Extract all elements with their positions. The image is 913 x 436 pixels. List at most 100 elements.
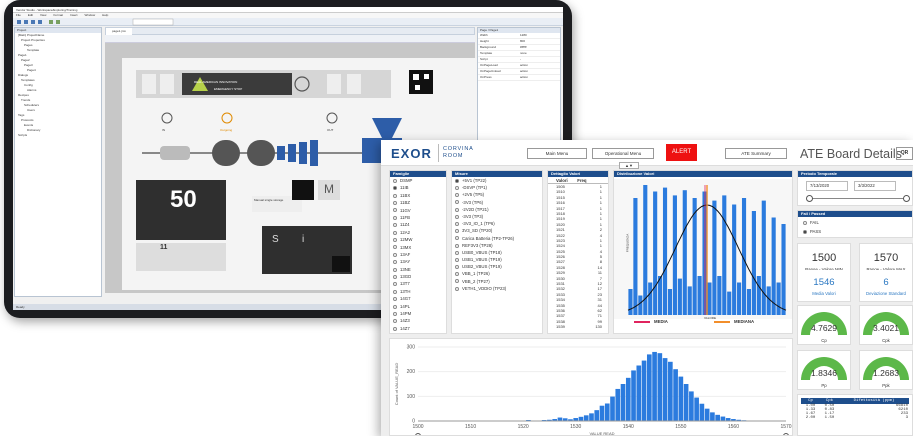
famiglia-option[interactable]: 14Z3 (390, 317, 446, 324)
misura-label: USB2_VBUS (TP19) (462, 264, 502, 270)
misura-option[interactable]: USB1_VBUS (TP19) (452, 256, 542, 263)
famiglia-label: 12MW (400, 237, 413, 243)
famiglia-option[interactable]: 13NE (390, 266, 446, 273)
misura-label: REF3V3 (TP28) (462, 242, 493, 248)
distribuzione-panel: Distribuzione Valori FREQUENZA VALORE ME… (613, 170, 793, 334)
misura-option[interactable]: VBB_2 (TP27) (452, 278, 542, 285)
dist-bar (722, 195, 727, 315)
ate-summary-button[interactable]: ATE Summary (725, 148, 787, 159)
misura-option[interactable]: USB0_VBUS (TP18) (452, 249, 542, 256)
failpass-option[interactable]: PASS (798, 227, 912, 236)
misura-option[interactable]: VBB_1 (TP26) (452, 270, 542, 277)
histogram-bar (604, 403, 610, 421)
menu-item-view[interactable]: View (40, 13, 46, 17)
gauge-ppk: 1.2683 Ppk (859, 350, 913, 390)
hmi-big-value: 50 (170, 186, 197, 213)
radio-icon (393, 252, 397, 257)
radio-icon (393, 223, 397, 228)
misura-option[interactable]: USB2_VBUS (TP19) (452, 263, 542, 270)
gauge-pp-label: Pp (821, 383, 827, 388)
hmi-settings-button (142, 74, 156, 94)
dist-bar (672, 195, 677, 315)
famiglia-option[interactable]: 13T7 (390, 280, 446, 287)
cp-table: Cp Cpk Difettosità (ppm) 1.00 0.50 66810 1.33 0… (801, 398, 909, 420)
kpi-devstd-label: Deviazione Standard (866, 291, 906, 296)
misura-label: USB1_VBUS (TP19) (462, 257, 502, 263)
famiglia-option[interactable]: 12A2 (390, 229, 446, 236)
radio-icon (455, 250, 459, 255)
famiglia-option[interactable]: 14G7 (390, 295, 446, 302)
famiglia-option[interactable]: 15N7 (390, 332, 446, 333)
famiglia-option[interactable]: 14PM (390, 310, 446, 317)
gauge-pp: 1.8346 Pp (797, 350, 851, 390)
dist-ylabel: FREQUENZA (625, 233, 630, 253)
histogram-bar (652, 351, 657, 421)
misure-panel: Misure +5V1 (TP22) -DSVP (TP1) +2V5 (TP5) -… (451, 170, 543, 334)
main-menu-button[interactable]: Main Menu (527, 148, 587, 159)
famiglia-option[interactable]: 13AY (390, 258, 446, 265)
misura-option[interactable]: -3V3 (TP3) (452, 213, 542, 220)
dist-bar (662, 187, 668, 315)
hmi-m-label[interactable]: M (324, 182, 334, 196)
misura-option[interactable]: -3V3 (TP6) (452, 199, 542, 206)
date-from-input[interactable]: 7/13/2020 (806, 181, 848, 191)
bell-icon (327, 74, 341, 94)
misura-option[interactable]: REF3V3 (TP28) (452, 242, 542, 249)
kpi-devstd-value: 6 (883, 277, 889, 288)
famiglia-option[interactable]: 12MW (390, 236, 446, 243)
histogram-bar (641, 360, 647, 421)
property-value: action (520, 69, 529, 73)
failpass-option[interactable]: FAIL (798, 218, 912, 227)
property-row[interactable]: OnPress action (478, 75, 560, 81)
toolbar-icons[interactable] (13, 18, 313, 26)
print-icon (347, 74, 361, 94)
qr-button[interactable]: QR (896, 147, 913, 160)
famiglia-option[interactable]: 11GV (390, 207, 446, 214)
misura-label: VBB_2 (TP27) (462, 278, 490, 284)
famiglia-option[interactable]: 11BX (390, 192, 446, 199)
misura-option[interactable]: +5V1 (TP22) (452, 177, 542, 184)
famiglia-option[interactable]: 11BZ (390, 199, 446, 206)
famiglia-option[interactable]: 11IB (390, 184, 446, 191)
famiglia-option[interactable]: DSMP (390, 177, 446, 184)
operational-menu-button[interactable]: Operational Menu (592, 148, 654, 159)
hmi-s-label[interactable]: S (272, 234, 279, 245)
tab-page1[interactable]: page1.jmx (106, 28, 132, 35)
famiglia-option[interactable]: 14Z7 (390, 325, 446, 332)
menu-item-edit[interactable]: Edit (28, 13, 33, 17)
famiglia-option[interactable]: 13AF (390, 251, 446, 258)
misura-option[interactable]: -3V3_IO_1 (TP6) (452, 220, 542, 227)
menu-item-help[interactable]: Help (102, 13, 108, 17)
radio-icon (455, 221, 459, 226)
radio-icon (393, 237, 397, 242)
radio-icon (455, 236, 459, 241)
famiglia-option[interactable]: 11Z4 (390, 221, 446, 228)
misura-option[interactable]: 3V3_SD (TP20) (452, 227, 542, 234)
tree-item[interactable]: Scripts (15, 133, 101, 138)
misura-option[interactable]: -DSVP (TP1) (452, 184, 542, 191)
menu-item-file[interactable]: File (16, 13, 21, 17)
misura-option[interactable]: -2V2D (TP21) (452, 206, 542, 213)
misura-option[interactable]: VETH1_VDDIO (TP23) (452, 285, 542, 292)
menu-item-insert[interactable]: Insert (70, 13, 78, 17)
gauge-icon-1 (161, 112, 173, 124)
famiglia-option[interactable]: 11FB (390, 214, 446, 221)
hmi-i-label[interactable]: i (302, 234, 304, 245)
famiglia-option[interactable]: 13MX (390, 244, 446, 251)
famiglia-option[interactable]: 13TH (390, 288, 446, 295)
date-slider-handle-end[interactable] (903, 195, 910, 202)
property-name: OnPress (480, 75, 492, 79)
date-slider-handle-start[interactable] (806, 195, 813, 202)
drag-handle[interactable]: ▲▼ (619, 162, 639, 169)
menu-item-format[interactable]: Format (53, 13, 63, 17)
misura-option[interactable]: Carica Batteria (TP2-TP26) (452, 235, 542, 242)
misura-option[interactable]: +2V5 (TP5) (452, 191, 542, 198)
alert-button[interactable]: ALERT (666, 144, 697, 161)
kpi-min-value: 1500 (811, 252, 837, 264)
famiglia-option[interactable]: 13GD (390, 273, 446, 280)
date-to-input[interactable]: 3/3/2022 (854, 181, 896, 191)
property-name: Background (480, 45, 497, 49)
table-row: 1539 130 (548, 324, 608, 329)
menu-item-window[interactable]: Window (85, 13, 96, 17)
famiglia-option[interactable]: 14PL (390, 303, 446, 310)
